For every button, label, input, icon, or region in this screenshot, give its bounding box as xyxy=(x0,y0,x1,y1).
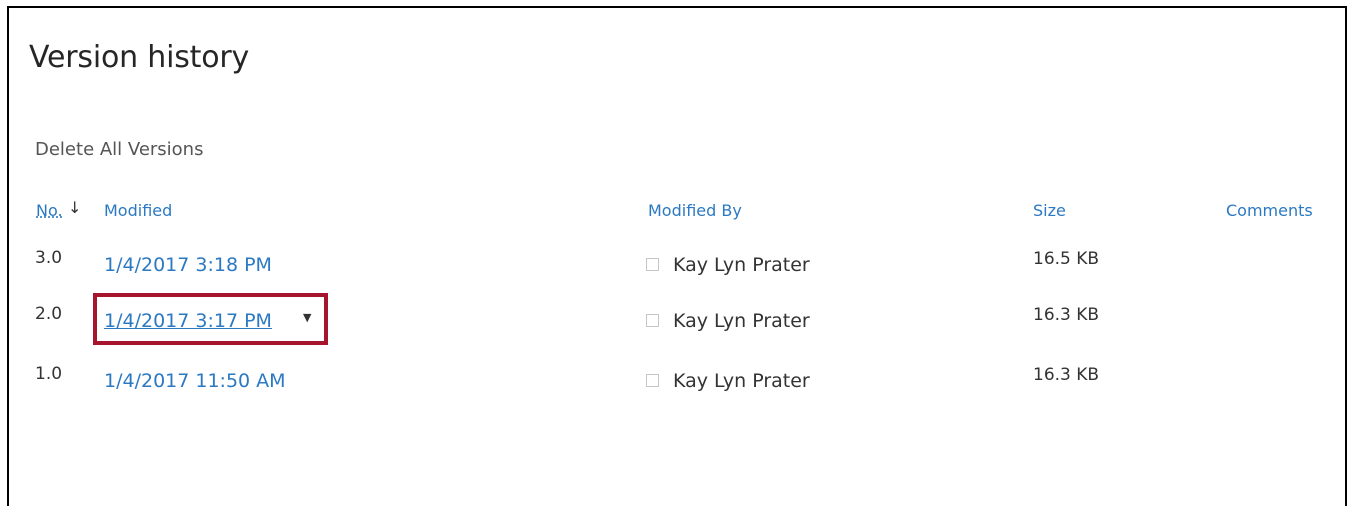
version-size: 16.3 KB xyxy=(1033,305,1100,325)
version-number: 2.0 xyxy=(35,304,63,324)
table-row: 2.0 1/4/2017 3:17 PM ▼ Kay Lyn Prater 16… xyxy=(9,293,1345,350)
modified-by-user[interactable]: Kay Lyn Prater xyxy=(673,254,810,276)
column-header-size[interactable]: Size xyxy=(1033,201,1066,220)
table-row: 1.0 1/4/2017 11:50 AM Kay Lyn Prater 16.… xyxy=(9,360,1345,410)
column-header-modified-by[interactable]: Modified By xyxy=(648,201,742,220)
page-title: Version history xyxy=(29,40,250,75)
checkbox-icon[interactable] xyxy=(646,374,659,387)
column-header-no[interactable]: No. xyxy=(36,201,63,220)
column-header-modified[interactable]: Modified xyxy=(104,201,172,220)
version-number: 3.0 xyxy=(35,248,63,268)
version-history-panel: Version history Delete All Versions No. … xyxy=(7,6,1347,506)
version-modified-link[interactable]: 1/4/2017 3:17 PM xyxy=(104,310,272,332)
chevron-down-icon[interactable]: ▼ xyxy=(303,311,311,324)
version-size: 16.5 KB xyxy=(1033,249,1100,269)
version-modified-link[interactable]: 1/4/2017 11:50 AM xyxy=(104,370,286,392)
sort-descending-arrow-icon: ↓ xyxy=(68,198,82,217)
table-row: 3.0 1/4/2017 3:18 PM Kay Lyn Prater 16.5… xyxy=(9,244,1345,294)
checkbox-icon[interactable] xyxy=(646,258,659,271)
checkbox-icon[interactable] xyxy=(646,314,659,327)
column-header-comments[interactable]: Comments xyxy=(1226,201,1313,220)
version-size: 16.3 KB xyxy=(1033,365,1100,385)
version-modified-link[interactable]: 1/4/2017 3:18 PM xyxy=(104,254,272,276)
modified-by-user[interactable]: Kay Lyn Prater xyxy=(673,310,810,332)
version-number: 1.0 xyxy=(35,364,63,384)
delete-all-versions-link[interactable]: Delete All Versions xyxy=(35,139,203,160)
modified-by-user[interactable]: Kay Lyn Prater xyxy=(673,370,810,392)
